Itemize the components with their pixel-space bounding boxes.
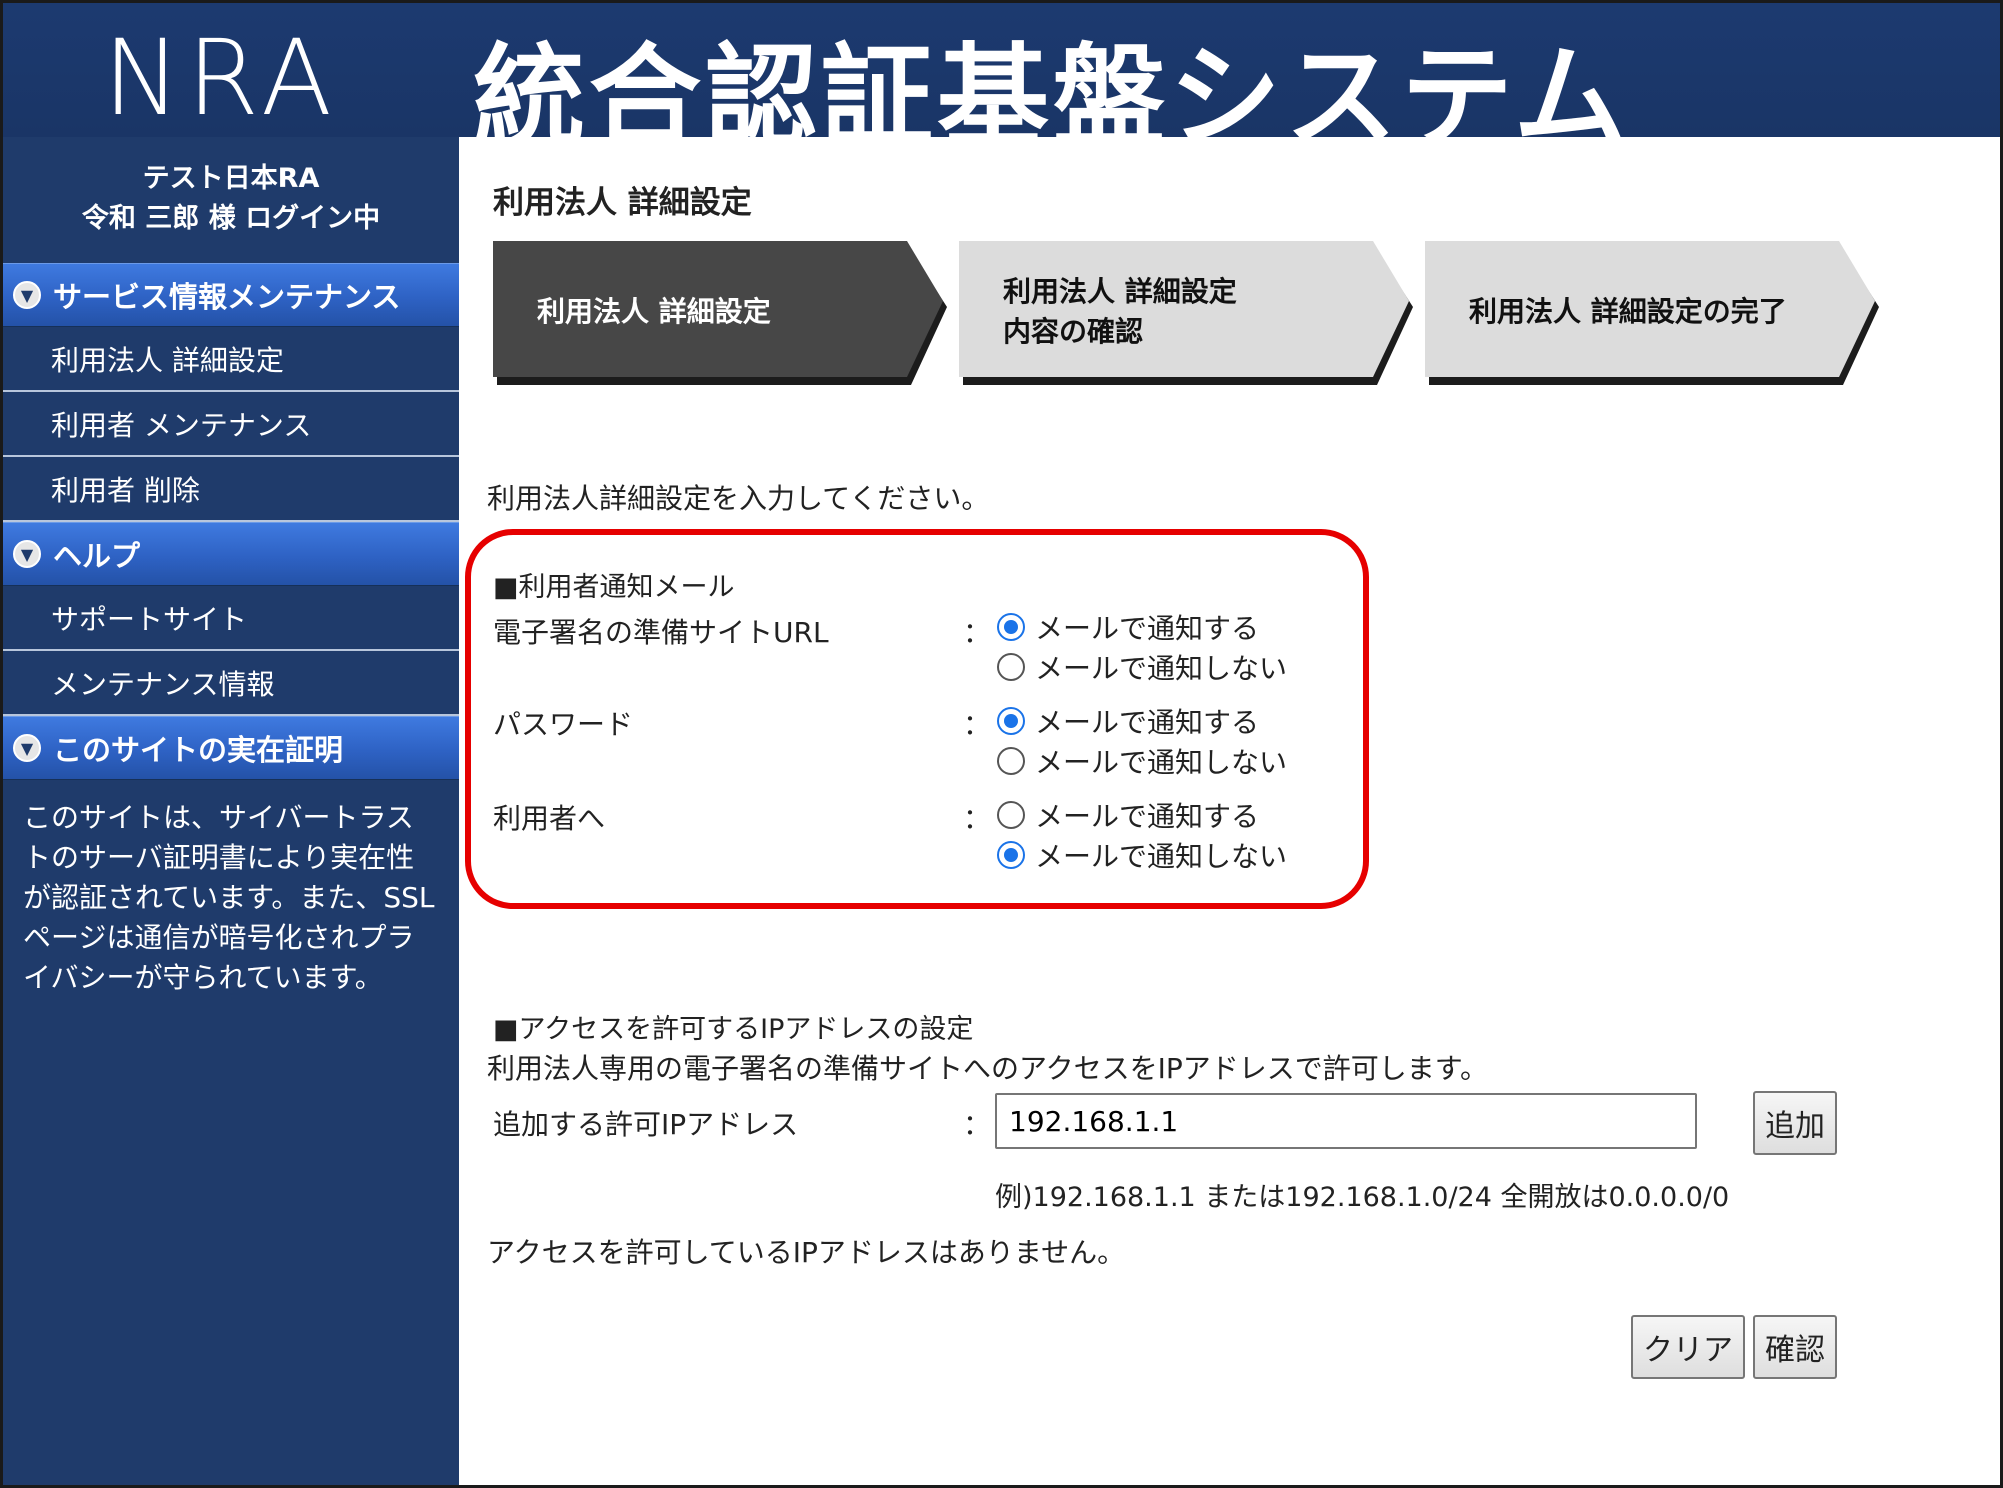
chevron-down-icon: ▼ — [13, 540, 41, 568]
colon: ： — [963, 802, 992, 835]
radio-unselected-icon[interactable] — [997, 747, 1025, 775]
colon: ： — [963, 708, 992, 741]
radio-selected-icon[interactable] — [997, 707, 1025, 735]
ip-empty-message: アクセスを許可しているIPアドレスはありません。 — [487, 1236, 1126, 1269]
step-label: 利用法人 詳細設定の完了 — [1469, 295, 1787, 328]
main-content: 利用法人 詳細設定 利用法人 詳細設定 利用法人 詳細設定 内容の確認 利用法人… — [461, 137, 2000, 1485]
step-2: 利用法人 詳細設定 内容の確認 — [959, 241, 1414, 391]
ip-description: 利用法人専用の電子署名の準備サイトへのアクセスをIPアドレスで許可します。 — [487, 1052, 1488, 1085]
radio-url-notify[interactable]: メールで通知する — [997, 607, 1259, 647]
add-ip-button[interactable]: 追加 — [1753, 1091, 1837, 1155]
radio-url-no-notify[interactable]: メールで通知しない — [997, 647, 1287, 687]
sidebar-item-maintenance-info[interactable]: メンテナンス情報 — [3, 651, 459, 716]
sidebar-item-corp-settings[interactable]: 利用法人 詳細設定 — [3, 327, 459, 392]
sidebar-section-site-verification[interactable]: ▼ このサイトの実在証明 — [3, 716, 459, 780]
radio-selected-icon[interactable] — [997, 613, 1025, 641]
nra-logo: NRA — [103, 17, 338, 139]
app-frame: NRA 統合認証基盤システム テスト日本RA 令和 三郎 様 ログイン中 ▼ サ… — [0, 0, 2003, 1488]
step-1-current: 利用法人 詳細設定 — [493, 241, 948, 391]
app-header: NRA 統合認証基盤システム — [3, 3, 2000, 163]
section-title: このサイトの実在証明 — [53, 733, 344, 767]
radio-unselected-icon[interactable] — [997, 653, 1025, 681]
confirm-button[interactable]: 確認 — [1753, 1315, 1837, 1379]
chevron-down-icon: ▼ — [13, 734, 41, 762]
site-verification-text: このサイトは、サイバートラストのサーバ証明書により実在性が認証されています。また… — [23, 801, 435, 994]
ip-input-label: 追加する許可IPアドレス — [493, 1108, 799, 1141]
radio-user-no-notify[interactable]: メールで通知しない — [997, 835, 1287, 875]
mail-row-label-url: 電子署名の準備サイトURL — [493, 616, 829, 649]
ip-example-hint: 例)192.168.1.1 または192.168.1.0/24 全開放は0.0.… — [995, 1182, 1730, 1213]
sidebar-section-service-maintenance[interactable]: ▼ サービス情報メンテナンス — [3, 263, 459, 327]
section-title: サービス情報メンテナンス — [53, 280, 401, 314]
ip-section-heading: ■アクセスを許可するIPアドレスの設定 — [493, 1014, 974, 1045]
step-3: 利用法人 詳細設定の完了 — [1425, 241, 1880, 391]
clear-button[interactable]: クリア — [1631, 1315, 1745, 1379]
sidebar-item-user-maintenance[interactable]: 利用者 メンテナンス — [3, 392, 459, 457]
radio-unselected-icon[interactable] — [997, 801, 1025, 829]
org-name: テスト日本RA — [142, 163, 320, 194]
radio-password-no-notify[interactable]: メールで通知しない — [997, 741, 1287, 781]
step-label: 利用法人 詳細設定 — [537, 295, 771, 328]
page-title: 利用法人 詳細設定 — [493, 185, 752, 221]
sidebar-item-user-delete[interactable]: 利用者 削除 — [3, 457, 459, 522]
chevron-down-icon: ▼ — [13, 281, 41, 309]
sidebar: テスト日本RA 令和 三郎 様 ログイン中 ▼ サービス情報メンテナンス 利用法… — [3, 137, 459, 1485]
user-login-status: 令和 三郎 様 ログイン中 — [81, 203, 381, 234]
radio-selected-icon[interactable] — [997, 841, 1025, 869]
sidebar-section-help[interactable]: ▼ ヘルプ — [3, 522, 459, 586]
step-label: 利用法人 詳細設定 内容の確認 — [1003, 275, 1237, 348]
ip-address-input[interactable] — [995, 1093, 1697, 1149]
instruction-text: 利用法人詳細設定を入力してください。 — [487, 482, 990, 515]
login-info: テスト日本RA 令和 三郎 様 ログイン中 — [3, 137, 459, 263]
radio-password-notify[interactable]: メールで通知する — [997, 701, 1259, 741]
colon: ： — [963, 616, 992, 649]
radio-user-notify[interactable]: メールで通知する — [997, 795, 1259, 835]
sidebar-item-support-site[interactable]: サポートサイト — [3, 586, 459, 651]
section-title: ヘルプ — [53, 539, 141, 573]
colon: ： — [963, 1108, 992, 1141]
step-progress: 利用法人 詳細設定 利用法人 詳細設定 内容の確認 利用法人 詳細設定の完了 — [493, 241, 1893, 391]
mail-row-label-password: パスワード — [493, 708, 634, 741]
mail-row-label-user: 利用者へ — [493, 802, 606, 835]
mail-section-heading: ■利用者通知メール — [493, 572, 735, 603]
